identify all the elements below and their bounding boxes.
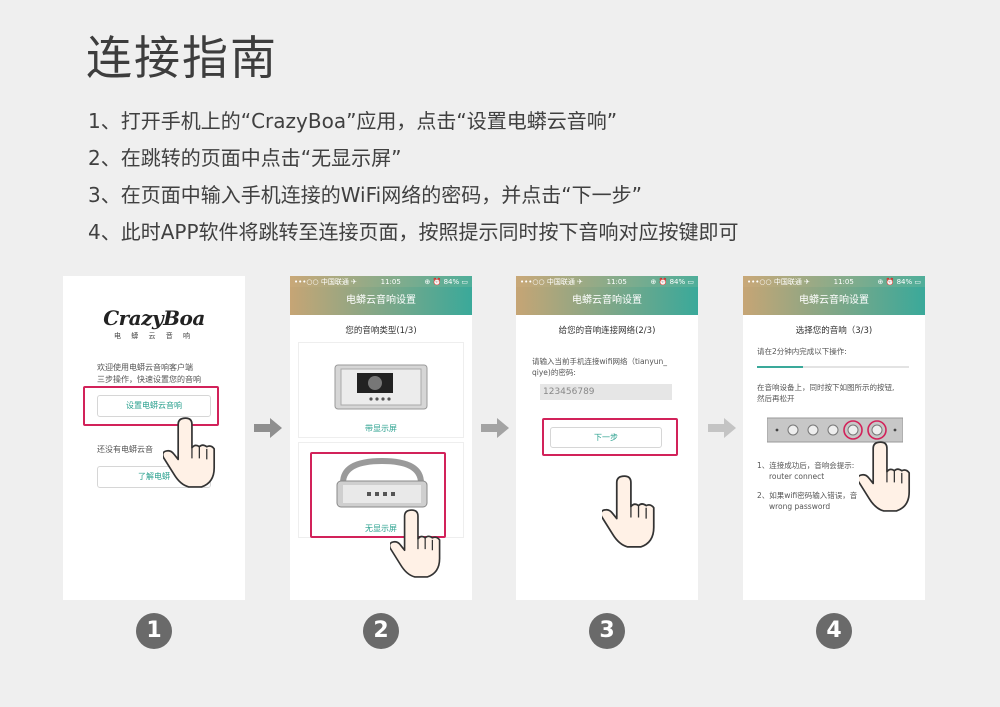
status-bar: •••○○ 中国联通 ✈ 11:05 ⊕ ⏰ 84% ▭ bbox=[743, 276, 925, 287]
screen-2: •••○○ 中国联通 ✈ 11:05 ⊕ ⏰ 84% ▭ 电蟒云音响设置 您的音… bbox=[290, 276, 472, 600]
note-line: wrong password bbox=[769, 502, 831, 511]
status-bar: •••○○ 中国联通 ✈ 11:05 ⊕ ⏰ 84% ▭ bbox=[290, 276, 472, 287]
screen-4: •••○○ 中国联通 ✈ 11:05 ⊕ ⏰ 84% ▭ 电蟒云音响设置 选择您… bbox=[743, 276, 925, 600]
speaker-with-display-icon bbox=[334, 364, 428, 410]
step-item: 3、在页面中输入手机连接的WiFi网络的密码，并点击“下一步” bbox=[88, 183, 642, 207]
nav-bar-title: 电蟒云音响设置 bbox=[516, 287, 698, 315]
nav-bar-title: 电蟒云音响设置 bbox=[743, 287, 925, 315]
logo-subtitle: 电 蟒 云 音 响 bbox=[114, 332, 194, 340]
timer-text: 请在2分钟内完成以下操作: bbox=[757, 347, 847, 356]
step-list: 1、打开手机上的“CrazyBoa”应用，点击“设置电蟒云音响” 2、在跳转的页… bbox=[88, 103, 739, 251]
nav-bar-title: 电蟒云音响设置 bbox=[290, 287, 472, 315]
note-line: 1、连接成功后，音响会提示: bbox=[757, 461, 855, 470]
step-number-badge: 1 bbox=[136, 613, 172, 649]
screen-3: •••○○ 中国联通 ✈ 11:05 ⊕ ⏰ 84% ▭ 电蟒云音响设置 给您的… bbox=[516, 276, 698, 600]
step-item: 4、此时APP软件将跳转至连接页面，按照提示同时按下音响对应按键即可 bbox=[88, 220, 739, 244]
progress-bar bbox=[757, 366, 909, 368]
prompt-line: 请输入当前手机连接wifi网络（tianyun_ bbox=[532, 357, 668, 366]
step-item: 2、在跳转的页面中点击“无显示屏” bbox=[88, 146, 402, 170]
note-line: 2、如果wifi密码输入错误，音 bbox=[757, 491, 858, 500]
note-wrong-password: 2、如果wifi密码输入错误，音 wrong password bbox=[757, 490, 857, 512]
prompt-line: qiye)的密码: bbox=[532, 368, 576, 377]
speaker-option-display[interactable]: 带显示屏 bbox=[298, 342, 464, 438]
welcome-line: 欢迎使用电蟒云音响客户端 bbox=[97, 363, 193, 372]
next-arrow-icon bbox=[254, 418, 282, 438]
next-arrow-icon bbox=[481, 418, 509, 438]
setup-speaker-button[interactable]: 设置电蟒云音响 bbox=[97, 395, 211, 417]
step-number-badge: 2 bbox=[363, 613, 399, 649]
battery-text: ⊕ ⏰ 84% ▭ bbox=[650, 277, 694, 286]
pointing-hand-icon bbox=[859, 441, 911, 512]
step-number-badge: 3 bbox=[589, 613, 625, 649]
screen-subtitle: 您的音响类型(1/3) bbox=[345, 326, 417, 336]
instruction-line: 在音响设备上，同时按下如图所示的按钮, bbox=[757, 383, 895, 392]
welcome-text: 欢迎使用电蟒云音响客户端 三步操作，快速设置您的音响 bbox=[97, 362, 201, 386]
option-label-display: 带显示屏 bbox=[365, 424, 397, 433]
status-bar: •••○○ 中国联通 ✈ 11:05 ⊕ ⏰ 84% ▭ bbox=[516, 276, 698, 287]
carrier-text: •••○○ 中国联通 ✈ bbox=[747, 277, 810, 286]
carrier-text: •••○○ 中国联通 ✈ bbox=[294, 277, 357, 286]
note-line: router connect bbox=[769, 472, 825, 481]
note-router-connect: 1、连接成功后，音响会提示: router connect bbox=[757, 460, 854, 482]
screen-1: CrazyBoa 电 蟒 云 音 响 欢迎使用电蟒云音响客户端 三步操作，快速设… bbox=[63, 276, 245, 600]
clock-text: 11:05 bbox=[380, 277, 401, 286]
welcome-line: 三步操作，快速设置您的音响 bbox=[97, 375, 201, 384]
pointing-hand-icon bbox=[390, 509, 441, 578]
step-item: 1、打开手机上的“CrazyBoa”应用，点击“设置电蟒云音响” bbox=[88, 109, 618, 133]
battery-text: ⊕ ⏰ 84% ▭ bbox=[877, 277, 921, 286]
pointing-hand-icon bbox=[163, 417, 216, 488]
instruction-line: 然后再松开 bbox=[757, 394, 795, 403]
no-speaker-text: 还没有电蟒云音 bbox=[97, 445, 153, 454]
next-arrow-icon bbox=[708, 418, 736, 438]
clock-text: 11:05 bbox=[606, 277, 627, 286]
screen-subtitle: 选择您的音响（3/3) bbox=[795, 326, 873, 336]
wifi-password-input[interactable]: 123456789 bbox=[540, 384, 672, 400]
page-title: 连接指南 bbox=[86, 31, 278, 85]
step-number-badge: 4 bbox=[816, 613, 852, 649]
next-step-button[interactable]: 下一步 bbox=[550, 427, 662, 448]
instruction-text: 在音响设备上，同时按下如图所示的按钮, 然后再松开 bbox=[757, 382, 894, 404]
logo-text: CrazyBoa bbox=[103, 306, 205, 330]
carrier-text: •••○○ 中国联通 ✈ bbox=[520, 277, 583, 286]
screen-subtitle: 给您的音响连接网络(2/3) bbox=[558, 326, 656, 336]
password-prompt: 请输入当前手机连接wifi网络（tianyun_ qiye)的密码: bbox=[532, 356, 667, 378]
progress-fill bbox=[757, 366, 803, 368]
pointing-hand-icon bbox=[602, 475, 655, 548]
crazyboa-logo: CrazyBoa 电 蟒 云 音 响 bbox=[63, 306, 245, 341]
battery-text: ⊕ ⏰ 84% ▭ bbox=[424, 277, 468, 286]
clock-text: 11:05 bbox=[833, 277, 854, 286]
